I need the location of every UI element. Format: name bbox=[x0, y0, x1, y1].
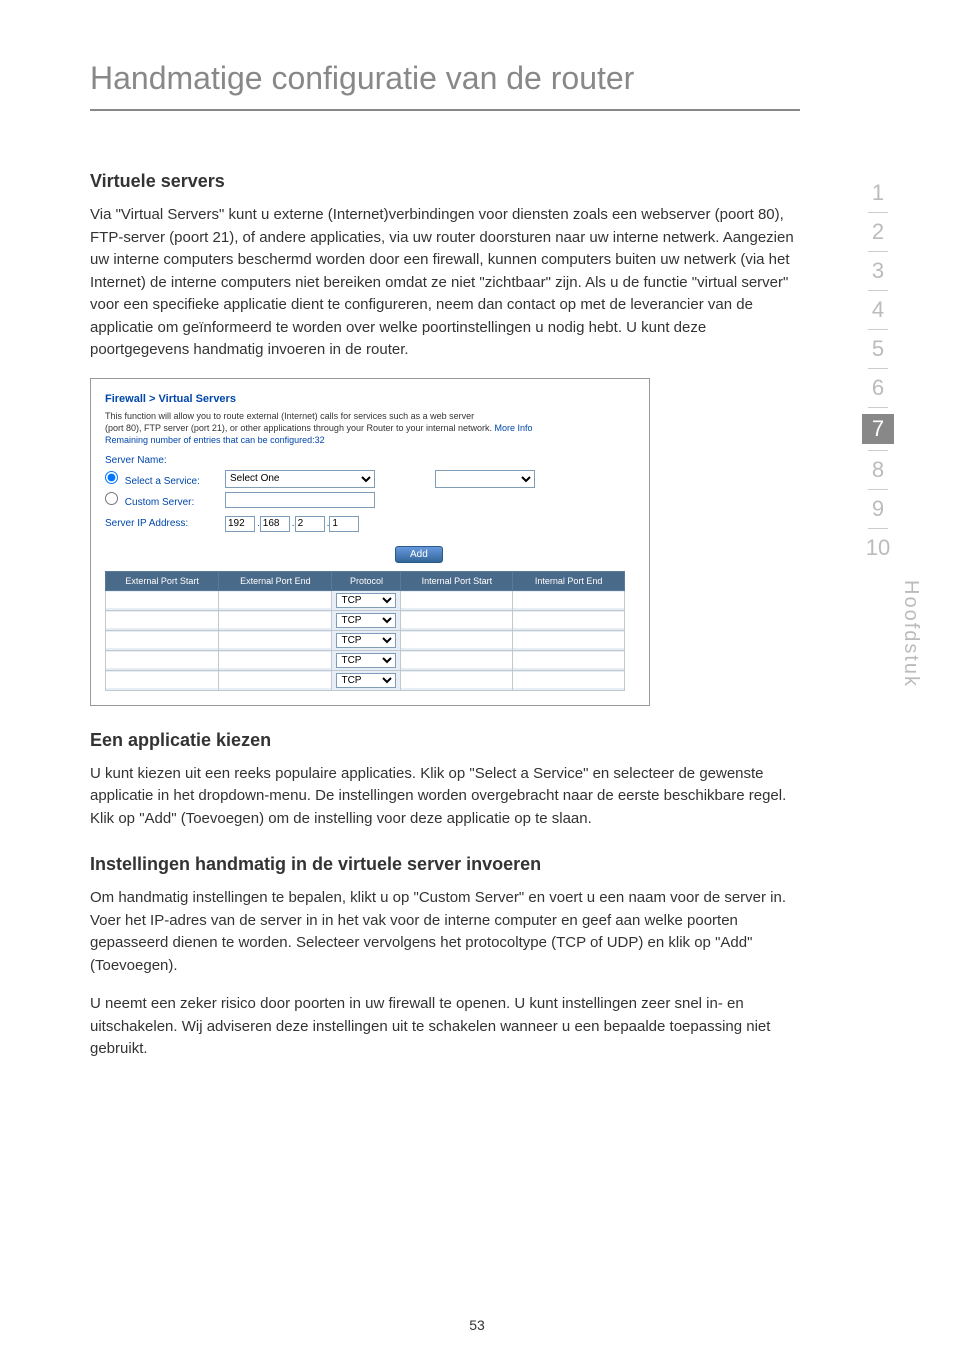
breadcrumb: Firewall > Virtual Servers bbox=[105, 393, 635, 405]
side-label-chapter: Hoofdstuk bbox=[899, 580, 922, 688]
main-content: Virtuele servers Via "Virtual Servers" k… bbox=[90, 171, 800, 1061]
th-ext-end: External Port End bbox=[219, 571, 332, 590]
page-number: 53 bbox=[469, 1317, 485, 1333]
label-custom-server: Custom Server: bbox=[125, 497, 194, 508]
th-int-start: Internal Port Start bbox=[401, 571, 513, 590]
tab-5[interactable]: 5 bbox=[862, 336, 894, 362]
screenshot-panel: Firewall > Virtual Servers This function… bbox=[90, 378, 650, 706]
row-select-service: Select a Service: Select One bbox=[105, 470, 635, 488]
custom-server-input[interactable] bbox=[225, 492, 375, 508]
protocol-select[interactable]: TCP bbox=[336, 653, 396, 668]
ext-start-input[interactable] bbox=[106, 592, 218, 608]
ext-end-input[interactable] bbox=[219, 672, 331, 688]
ext-end-input[interactable] bbox=[219, 612, 331, 628]
ext-start-input[interactable] bbox=[106, 632, 218, 648]
int-end-input[interactable] bbox=[513, 672, 624, 688]
para-virtual-servers: Via "Virtual Servers" kunt u externe (In… bbox=[90, 204, 800, 362]
table-row: TCP bbox=[106, 630, 625, 650]
server-name-label: Server Name: bbox=[105, 455, 635, 466]
ip-c[interactable] bbox=[295, 516, 325, 532]
row-custom-server: Custom Server: bbox=[105, 492, 635, 508]
page-title: Handmatige configuratie van de router bbox=[90, 60, 864, 97]
select-service-dropdown[interactable]: Select One bbox=[225, 470, 375, 488]
tab-2[interactable]: 2 bbox=[862, 219, 894, 245]
ip-b[interactable] bbox=[260, 516, 290, 532]
ip-a[interactable] bbox=[225, 516, 255, 532]
screenshot-desc2-text: (port 80), FTP server (port 21), or othe… bbox=[105, 423, 492, 433]
th-int-end: Internal Port End bbox=[513, 571, 625, 590]
table-row: TCP bbox=[106, 590, 625, 610]
protocol-select[interactable]: TCP bbox=[336, 673, 396, 688]
heading-choose-app: Een applicatie kiezen bbox=[90, 730, 800, 751]
ext-start-input[interactable] bbox=[106, 612, 218, 628]
tab-4[interactable]: 4 bbox=[862, 297, 894, 323]
int-end-input[interactable] bbox=[513, 612, 624, 628]
table-row: TCP bbox=[106, 610, 625, 630]
tab-10[interactable]: 10 bbox=[862, 535, 894, 561]
int-end-input[interactable] bbox=[513, 632, 624, 648]
radio-custom-server[interactable] bbox=[105, 492, 118, 505]
int-start-input[interactable] bbox=[401, 592, 512, 608]
para-choose-app: U kunt kiezen uit een reeks populaire ap… bbox=[90, 763, 800, 831]
ext-start-input[interactable] bbox=[106, 652, 218, 668]
heading-virtual-servers: Virtuele servers bbox=[90, 171, 800, 192]
protocol-select[interactable]: TCP bbox=[336, 633, 396, 648]
table-row: TCP bbox=[106, 650, 625, 670]
int-start-input[interactable] bbox=[401, 632, 512, 648]
select-service-dropdown-2[interactable] bbox=[435, 470, 535, 488]
radio-select-service[interactable] bbox=[105, 471, 118, 484]
int-start-input[interactable] bbox=[401, 672, 512, 688]
ext-end-input[interactable] bbox=[219, 592, 331, 608]
th-protocol: Protocol bbox=[332, 571, 401, 590]
screenshot-desc1: This function will allow you to route ex… bbox=[105, 411, 635, 421]
table-row: TCP bbox=[106, 670, 625, 690]
tab-7[interactable]: 7 bbox=[862, 414, 894, 444]
tab-3[interactable]: 3 bbox=[862, 258, 894, 284]
row-server-ip: Server IP Address: . . . bbox=[105, 516, 635, 532]
tab-1[interactable]: 1 bbox=[862, 180, 894, 206]
para-manual-1: Om handmatig instellingen te bepalen, kl… bbox=[90, 887, 800, 977]
ext-end-input[interactable] bbox=[219, 652, 331, 668]
th-ext-start: External Port Start bbox=[106, 571, 219, 590]
tab-8[interactable]: 8 bbox=[862, 457, 894, 483]
screenshot-desc2: (port 80), FTP server (port 21), or othe… bbox=[105, 423, 635, 433]
more-info-link[interactable]: More Info bbox=[495, 423, 533, 433]
protocol-select[interactable]: TCP bbox=[336, 593, 396, 608]
add-button[interactable]: Add bbox=[395, 546, 443, 563]
tab-6[interactable]: 6 bbox=[862, 375, 894, 401]
int-start-input[interactable] bbox=[401, 652, 512, 668]
virtual-servers-table: External Port Start External Port End Pr… bbox=[105, 571, 625, 691]
int-start-input[interactable] bbox=[401, 612, 512, 628]
ext-start-input[interactable] bbox=[106, 672, 218, 688]
para-manual-2: U neemt een zeker risico door poorten in… bbox=[90, 993, 800, 1061]
ext-end-input[interactable] bbox=[219, 632, 331, 648]
int-end-input[interactable] bbox=[513, 592, 624, 608]
label-server-ip: Server IP Address: bbox=[105, 518, 225, 529]
label-select-service: Select a Service: bbox=[125, 476, 200, 487]
heading-manual-settings: Instellingen handmatig in de virtuele se… bbox=[90, 854, 800, 875]
title-divider bbox=[90, 109, 800, 111]
chapter-tabs: 1 2 3 4 5 6 7 8 9 10 bbox=[862, 180, 894, 565]
tab-9[interactable]: 9 bbox=[862, 496, 894, 522]
ip-d[interactable] bbox=[329, 516, 359, 532]
remaining-entries: Remaining number of entries that can be … bbox=[105, 435, 635, 445]
protocol-select[interactable]: TCP bbox=[336, 613, 396, 628]
int-end-input[interactable] bbox=[513, 652, 624, 668]
